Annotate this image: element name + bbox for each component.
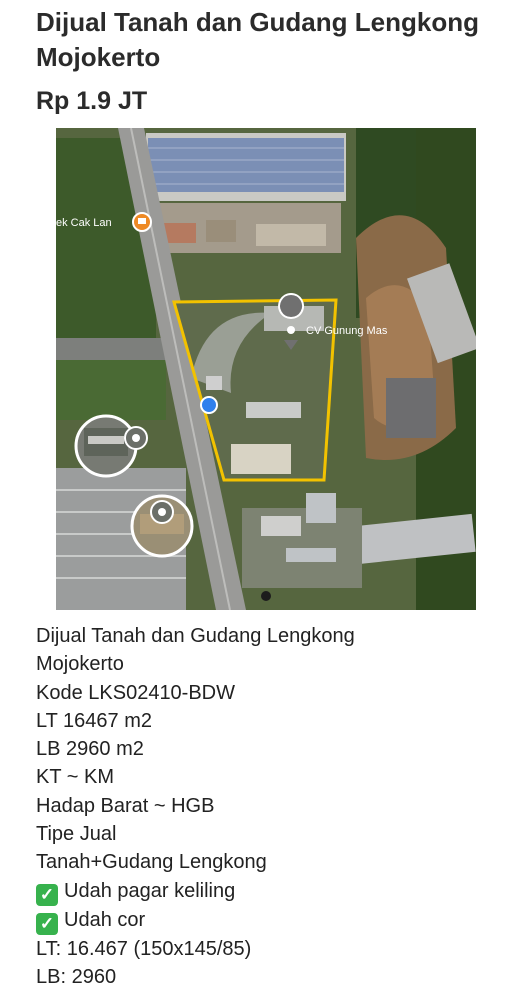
description-line: Mojokerto	[36, 653, 124, 676]
map-place-label-right: CV Gunung Mas	[306, 325, 388, 337]
check-mark-icon: ✓	[36, 883, 58, 906]
sale-type-label: Tipe Jual	[36, 823, 117, 846]
feature-item: ✓ Udah cor	[36, 906, 506, 935]
map-canvas: ek Cak Lan CV Gunung Mas	[56, 128, 476, 610]
building-size: LB: 2960	[36, 965, 117, 988]
feature-text: Udah cor	[64, 908, 146, 931]
property-code: Kode LKS02410-BDW	[36, 681, 236, 704]
description-line: Dijual Tanah dan Gudang Lengkong	[36, 625, 355, 647]
map-place-label-left: ek Cak Lan	[56, 217, 112, 229]
feature-item: ✓ Udah pagar keliling	[36, 877, 506, 906]
land-area: LT 16467 m2	[36, 709, 153, 732]
listing-description: Dijual Tanah dan Gudang Lengkong Mojoker…	[36, 622, 506, 991]
feature-text: Udah pagar keliling	[64, 879, 236, 902]
sale-type-value: Tanah+Gudang Lengkong	[36, 851, 267, 874]
listing-price: Rp 1.9 JT	[36, 87, 148, 115]
building-area: LB 2960 m2	[36, 738, 144, 761]
food-pin-icon[interactable]	[132, 212, 152, 232]
facing-certificate: Hadap Barat ~ HGB	[36, 794, 215, 817]
listing-title: Dijual Tanah dan Gudang Lengkong Mojoker…	[36, 7, 479, 72]
street-view-photo-thumbnail-2[interactable]	[130, 494, 194, 558]
location-dot-icon	[200, 396, 218, 414]
map-marker-icon	[261, 591, 271, 601]
check-mark-icon: ✓	[36, 912, 58, 935]
rooms-info: KT ~ KM	[36, 766, 114, 789]
land-dimensions: LT: 16.467 (150x145/85)	[36, 937, 252, 960]
satellite-map-image[interactable]: ek Cak Lan CV Gunung Mas	[56, 128, 476, 610]
